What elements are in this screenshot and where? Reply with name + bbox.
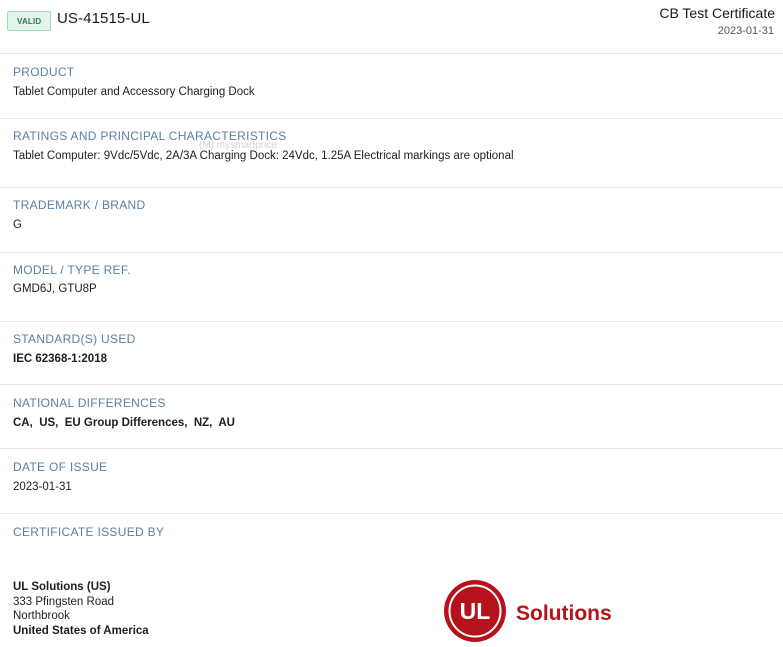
ratings-value: Tablet Computer: 9Vdc/5Vdc, 2A/3A Chargi… [13, 150, 514, 162]
model-label: MODEL / TYPE REF. [13, 263, 131, 277]
certificate-id: US-41515-UL [57, 10, 150, 27]
national-differences-value: CA, US, EU Group Differences, NZ, AU [13, 417, 235, 429]
certificate-header: VALID US-41515-UL CB Test Certificate 20… [0, 0, 783, 54]
certificate-type: CB Test Certificate [659, 5, 775, 21]
logo-mark: UL [460, 598, 491, 624]
date-of-issue-label: DATE OF ISSUE [13, 460, 108, 474]
product-section: PRODUCT Tablet Computer and Accessory Ch… [0, 54, 783, 119]
trademark-section: TRADEMARK / BRAND G [0, 188, 783, 253]
trademark-label: TRADEMARK / BRAND [13, 198, 146, 212]
standards-section: STANDARD(S) USED IEC 62368-1:2018 [0, 322, 783, 385]
ul-solutions-logo: UL Solutions [444, 580, 611, 642]
date-of-issue-section: DATE OF ISSUE 2023-01-31 [0, 449, 783, 514]
standards-label: STANDARD(S) USED [13, 332, 136, 346]
logo-text: Solutions [516, 602, 611, 625]
product-value: Tablet Computer and Accessory Charging D… [13, 86, 255, 98]
model-value: GMD6J, GTU8P [13, 283, 97, 295]
issuer-city: Northbrook [13, 610, 70, 622]
ratings-section: RATINGS AND PRINCIPAL CHARACTERISTICS Ta… [0, 119, 783, 188]
product-label: PRODUCT [13, 65, 75, 79]
issuer-street: 333 Pfingsten Road [13, 596, 115, 608]
national-differences-label: NATIONAL DIFFERENCES [13, 396, 166, 410]
national-differences-section: NATIONAL DIFFERENCES CA, US, EU Group Di… [0, 385, 783, 449]
status-badge: VALID [7, 11, 52, 31]
standards-value: IEC 62368-1:2018 [13, 353, 107, 365]
trademark-value: G [13, 219, 22, 231]
issuer-name: UL Solutions (US) [13, 581, 111, 593]
issuer-label: CERTIFICATE ISSUED BY [13, 525, 165, 539]
certificate-date: 2023-01-31 [717, 25, 774, 37]
date-of-issue-value: 2023-01-31 [13, 481, 72, 493]
watermark: (M) mysmartprice [199, 140, 277, 151]
issuer-country: United States of America [13, 625, 149, 637]
model-section: MODEL / TYPE REF. GMD6J, GTU8P [0, 253, 783, 322]
